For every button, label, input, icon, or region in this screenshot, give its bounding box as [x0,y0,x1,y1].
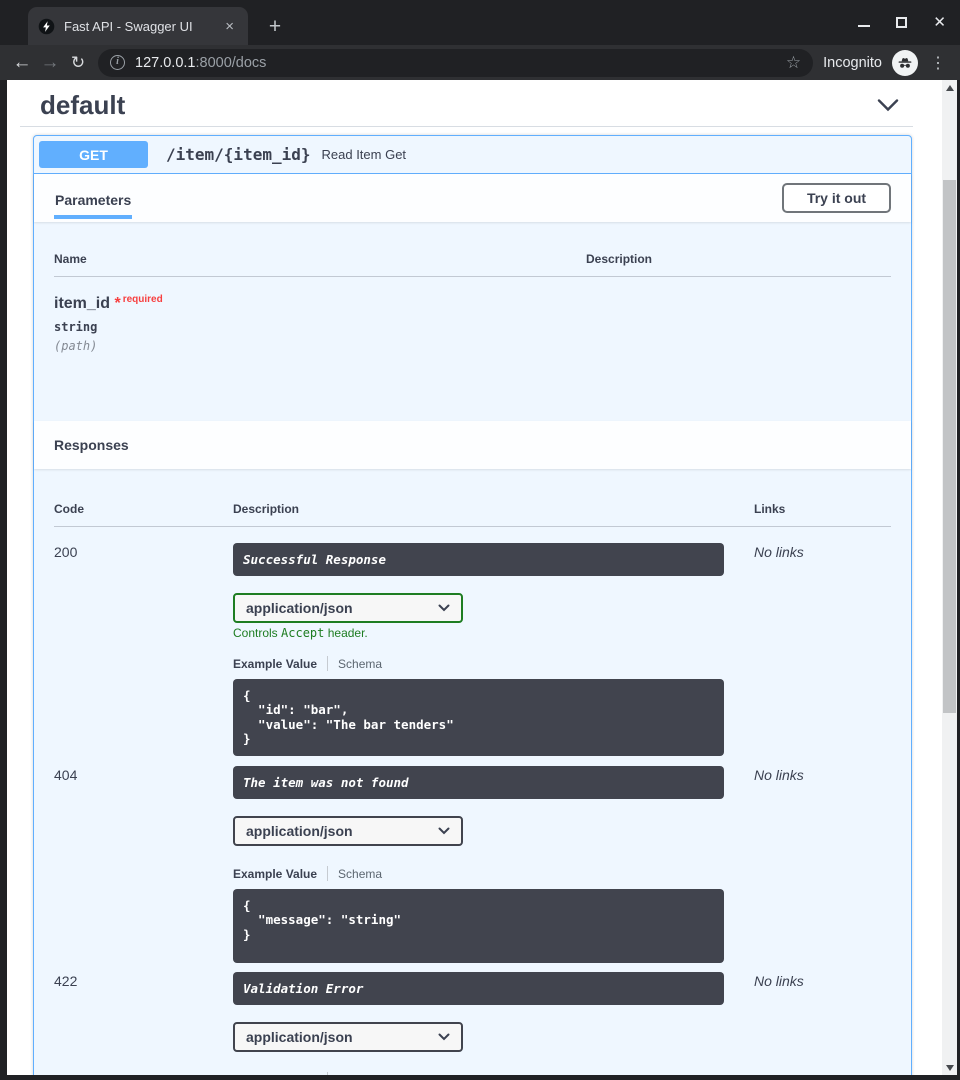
tab-divider [327,1072,328,1075]
forward-icon[interactable]: → [36,49,64,77]
parameter-row: item_id *required string (path) [54,277,891,421]
responses-table-head: Code Description Links [54,469,891,527]
new-tab-button[interactable]: + [262,14,288,40]
model-tabs: Example Value Schema [233,1072,754,1075]
response-code: 422 [54,972,233,1075]
required-label: required [123,294,163,305]
page-viewport: default GET /item/{item_id} Read Item Ge… [7,80,942,1075]
responses-header: Responses [34,421,911,469]
required-star: * [114,295,120,312]
responses-table: Code Description Links 200 Successful Re… [34,469,911,1075]
tag-title: default [40,88,125,122]
browser-tab[interactable]: Fast API - Swagger UI × [28,7,248,45]
window-minimize-icon[interactable] [858,25,870,27]
col-description: Description [233,502,754,516]
operation-summary-text: Read Item Get [322,147,407,162]
col-description: Description [586,252,891,266]
tab-example-value[interactable]: Example Value [233,867,317,881]
kebab-menu-icon[interactable]: ⋮ [930,53,946,73]
browser-toolbar: ← → ↻ i 127.0.0.1:8000/docs ☆ Incognito … [0,45,960,80]
response-links: No links [754,766,891,963]
example-json: { "message": "string" } [233,889,724,963]
accept-header-note: Controls Accept header. [233,626,754,640]
parameters-table-head: Name Description [54,222,891,277]
example-json: { "id": "bar", "value": "The bar tenders… [233,679,724,756]
parameters-header: Parameters Try it out [34,174,911,222]
window-close-icon[interactable]: ✕ [933,15,946,30]
response-description-cell: The item was not found application/json … [233,766,754,963]
page-scrollbar[interactable] [942,80,957,1075]
swagger-page: default GET /item/{item_id} Read Item Ge… [7,80,942,1075]
media-type-select[interactable]: application/json [233,816,463,846]
response-code: 404 [54,766,233,963]
col-name: Name [54,252,586,266]
response-links: No links [754,972,891,1075]
tab-title: Fast API - Swagger UI [64,19,221,34]
parameter-name: item_id *required [54,294,586,313]
http-method-badge: GET [39,141,148,168]
parameter-type: string [54,320,586,334]
site-info-icon[interactable]: i [110,55,125,70]
tab-example-value[interactable]: Example Value [233,657,317,671]
url-host: 127.0.0.1 [135,55,195,71]
tab-divider [327,656,328,671]
bookmark-star-icon[interactable]: ☆ [786,53,801,73]
browser-titlebar: Fast API - Swagger UI × + ✕ [0,0,960,45]
tab-schema[interactable]: Schema [338,657,382,671]
parameters-table: Name Description item_id *required strin… [34,222,911,421]
response-description-cell: Successful Response application/json Con… [233,543,754,756]
tab-example-value[interactable]: Example Value [233,1073,317,1075]
address-bar[interactable]: i 127.0.0.1:8000/docs ☆ [98,49,813,77]
url-path: :8000/docs [195,55,266,71]
operation-summary[interactable]: GET /item/{item_id} Read Item Get [34,136,911,174]
fastapi-favicon-icon [38,18,55,35]
tab-divider [327,866,328,881]
tab-parameters[interactable]: Parameters [54,192,132,219]
response-row-422: 422 Validation Error application/json Ex… [54,963,891,1075]
operation-path: /item/{item_id} [166,145,311,164]
try-it-out-button[interactable]: Try it out [782,183,891,213]
responses-title: Responses [54,437,129,453]
select-chevron-icon [438,604,450,612]
response-links: No links [754,543,891,756]
chevron-down-icon[interactable] [877,98,899,112]
back-icon[interactable]: ← [8,49,36,77]
response-row-200: 200 Successful Response application/json… [54,527,891,756]
model-tabs: Example Value Schema [233,656,754,671]
scrollbar-up-icon[interactable] [942,80,957,95]
scrollbar-down-icon[interactable] [942,1060,957,1075]
opblock-get-item: GET /item/{item_id} Read Item Get Parame… [33,135,912,1075]
url-text: 127.0.0.1:8000/docs [135,55,786,71]
col-code: Code [54,502,233,516]
window-controls: ✕ [858,13,946,31]
incognito-icon [892,50,918,76]
response-description: The item was not found [233,766,724,799]
window-maximize-icon[interactable] [896,17,907,28]
select-chevron-icon [438,1033,450,1041]
response-row-404: 404 The item was not found application/j… [54,756,891,963]
reload-icon[interactable]: ↻ [64,49,92,77]
media-type-select[interactable]: application/json [233,1022,463,1052]
tab-close-icon[interactable]: × [221,17,238,36]
parameter-description-cell [586,294,891,421]
response-description: Validation Error [233,972,724,1005]
media-type-select[interactable]: application/json [233,593,463,623]
response-code: 200 [54,543,233,756]
model-tabs: Example Value Schema [233,866,754,881]
select-chevron-icon [438,827,450,835]
col-links: Links [754,502,891,516]
scrollbar-thumb[interactable] [943,180,956,713]
tab-schema[interactable]: Schema [338,1073,382,1075]
parameter-cell: item_id *required string (path) [54,294,586,421]
incognito-label: Incognito [823,55,882,71]
response-description-cell: Validation Error application/json Exampl… [233,972,754,1075]
response-description: Successful Response [233,543,724,576]
parameter-location: (path) [54,339,586,353]
tab-schema[interactable]: Schema [338,867,382,881]
tag-section-header[interactable]: default [20,88,913,127]
